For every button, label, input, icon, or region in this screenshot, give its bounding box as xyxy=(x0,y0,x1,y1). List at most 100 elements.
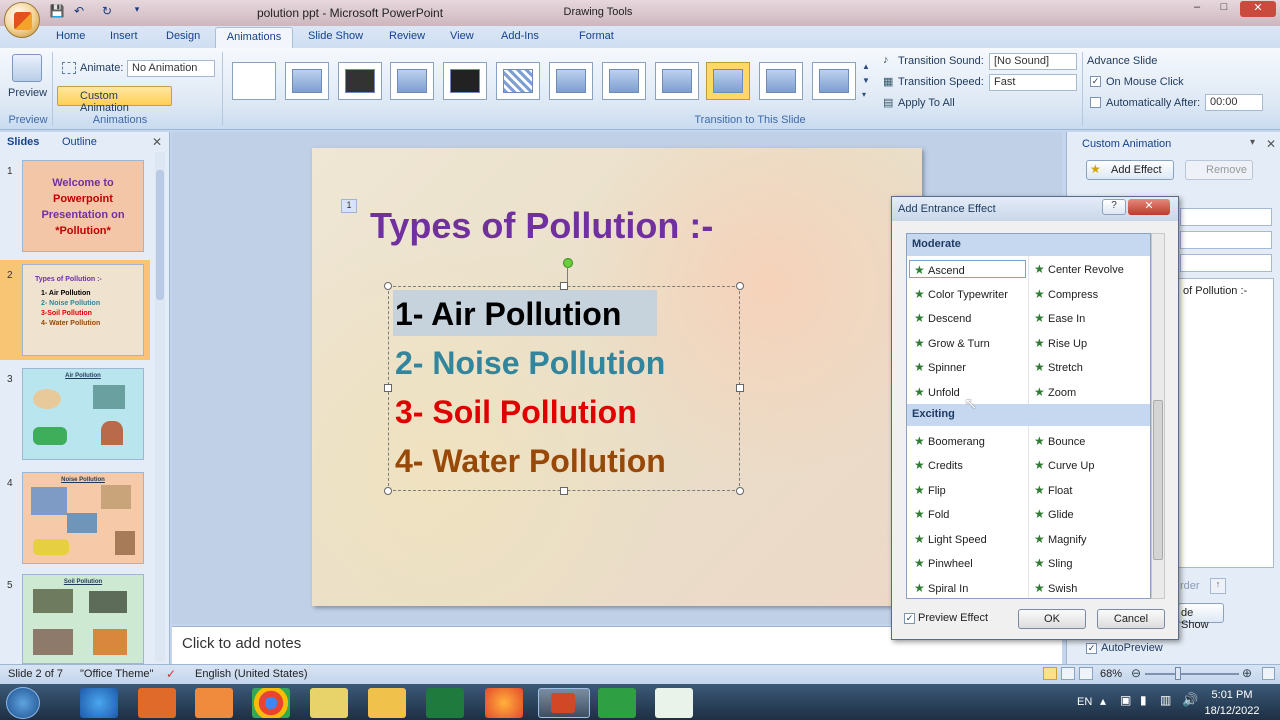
tab-insert[interactable]: Insert xyxy=(110,30,138,42)
animation-list-item[interactable]: of Pollution :- xyxy=(1183,285,1247,297)
language-indicator[interactable]: EN xyxy=(1077,696,1092,708)
transition-cut-through-black[interactable] xyxy=(443,62,487,100)
help-button[interactable]: ? xyxy=(1102,199,1126,215)
firefox-icon[interactable] xyxy=(485,688,523,718)
slide-show-view-icon[interactable] xyxy=(1079,667,1093,680)
maximize-button[interactable]: □ xyxy=(1210,1,1238,17)
animation-list[interactable] xyxy=(1178,278,1274,568)
pane-options-icon[interactable]: ▾ xyxy=(1250,137,1255,148)
excel-icon[interactable] xyxy=(426,688,464,718)
preview-effect-checkbox[interactable]: ✓ xyxy=(904,613,915,624)
effect-spinner[interactable]: ★ Spinner xyxy=(914,360,966,374)
transition-wheel[interactable] xyxy=(759,62,803,100)
normal-view-icon[interactable] xyxy=(1043,667,1057,680)
resize-handle[interactable] xyxy=(736,487,744,495)
auto-after-checkbox[interactable] xyxy=(1090,97,1101,108)
effects-scrollbar[interactable] xyxy=(1151,233,1165,599)
modify-property-dropdown[interactable] xyxy=(1180,231,1272,249)
effect-zoom[interactable]: ★ Zoom xyxy=(1034,385,1076,399)
effect-color-typewriter[interactable]: ★ Color Typewriter xyxy=(914,287,1008,301)
minimize-button[interactable]: – xyxy=(1183,1,1211,17)
zoom-in-icon[interactable]: ⊕ xyxy=(1242,666,1252,680)
slide-thumbnail-5[interactable]: Soil Pollution xyxy=(22,574,144,664)
tab-home[interactable]: Home xyxy=(56,30,85,42)
effect-curve-up[interactable]: ★ Curve Up xyxy=(1034,458,1094,472)
resize-handle[interactable] xyxy=(384,282,392,290)
auto-after-input[interactable]: 00:00 xyxy=(1205,94,1263,111)
effect-compress[interactable]: ★ Compress xyxy=(1034,287,1098,301)
tab-slide-show[interactable]: Slide Show xyxy=(308,30,363,42)
effect-stretch[interactable]: ★ Stretch xyxy=(1034,360,1083,374)
cancel-button[interactable]: Cancel xyxy=(1097,609,1165,629)
spellcheck-icon[interactable]: ✓ xyxy=(166,667,176,681)
tab-slides[interactable]: Slides xyxy=(7,136,39,148)
transition-fade-smoothly[interactable] xyxy=(285,62,329,100)
tab-animations[interactable]: Animations xyxy=(215,27,293,48)
transition-sound-dropdown[interactable]: [No Sound] xyxy=(989,53,1077,70)
chrome-icon[interactable] xyxy=(252,688,290,718)
rotation-handle[interactable] xyxy=(563,258,573,268)
apply-to-all-button[interactable]: Apply To All xyxy=(898,97,955,109)
transition-push-down[interactable] xyxy=(812,62,856,100)
close-pane-icon[interactable]: ✕ xyxy=(1266,137,1276,151)
effect-glide[interactable]: ★ Glide xyxy=(1034,507,1074,521)
effect-descend[interactable]: ★ Descend xyxy=(914,311,971,325)
camtasia-recorder-icon[interactable] xyxy=(655,688,693,718)
effect-ease-in[interactable]: ★ Ease In xyxy=(1034,311,1085,325)
transition-none[interactable] xyxy=(232,62,276,100)
effect-pinwheel[interactable]: ★ Pinwheel xyxy=(914,556,973,570)
media-player-icon[interactable] xyxy=(195,688,233,718)
effect-unfold[interactable]: ★ Unfold xyxy=(914,385,960,399)
tab-view[interactable]: View xyxy=(450,30,474,42)
effect-swish[interactable]: ★ Swish xyxy=(1034,581,1077,595)
transition-wipe-down[interactable] xyxy=(549,62,593,100)
reorder-up-icon[interactable]: ↑ xyxy=(1210,578,1226,594)
notes-placeholder[interactable]: Click to add notes xyxy=(182,635,301,652)
file-explorer-icon[interactable] xyxy=(368,688,406,718)
slide-thumbnail-4[interactable]: Noise Pollution xyxy=(22,472,144,564)
transition-wipe-right[interactable] xyxy=(655,62,699,100)
autopreview-checkbox[interactable]: ✓ xyxy=(1086,643,1097,654)
resize-handle[interactable] xyxy=(384,487,392,495)
bullet-water-pollution[interactable]: 4- Water Pollution xyxy=(395,443,666,480)
clock-date[interactable]: 18/12/2022 xyxy=(1202,705,1262,717)
effect-rise-up[interactable]: ★ Rise Up xyxy=(1034,336,1087,350)
slide-thumbnail-3[interactable]: Air Pollution xyxy=(22,368,144,460)
bullet-noise-pollution[interactable]: 2- Noise Pollution xyxy=(395,345,665,382)
effect-sling[interactable]: ★ Sling xyxy=(1034,556,1072,570)
start-button[interactable] xyxy=(6,687,40,719)
modify-speed-dropdown[interactable] xyxy=(1180,254,1272,272)
clock-time[interactable]: 5:01 PM xyxy=(1202,689,1262,701)
custom-animation-button[interactable]: Custom Animation xyxy=(57,86,172,114)
on-mouse-click-checkbox[interactable]: ✓ xyxy=(1090,76,1101,87)
sticky-notes-icon[interactable] xyxy=(310,688,348,718)
slide-thumbnail-2[interactable]: Types of Pollution :- 1- Air Pollution 2… xyxy=(22,264,144,356)
fit-slide-icon[interactable] xyxy=(1262,667,1275,680)
transition-fade-through-black[interactable] xyxy=(338,62,382,100)
bullet-soil-pollution[interactable]: 3- Soil Pollution xyxy=(395,394,637,431)
tab-outline[interactable]: Outline xyxy=(62,136,97,148)
effect-magnify[interactable]: ★ Magnify xyxy=(1034,532,1087,546)
effect-light-speed[interactable]: ★ Light Speed xyxy=(914,532,987,546)
animation-tag[interactable]: 1 xyxy=(341,199,357,213)
show-hidden-icons[interactable]: ▴ xyxy=(1100,694,1106,708)
animate-dropdown[interactable]: No Animation xyxy=(127,60,215,77)
internet-explorer-icon[interactable] xyxy=(80,688,118,718)
effect-ascend-selected[interactable]: ★ Ascend xyxy=(909,260,1026,278)
close-pane-icon[interactable]: ✕ xyxy=(152,135,162,149)
zoom-slider-thumb[interactable] xyxy=(1175,667,1181,680)
camtasia-icon[interactable] xyxy=(598,688,636,718)
slide-show-button[interactable]: de Show xyxy=(1178,603,1224,631)
tab-format[interactable]: Format xyxy=(579,30,614,42)
signal-icon[interactable]: ▥ xyxy=(1160,693,1171,707)
tab-review[interactable]: Review xyxy=(389,30,425,42)
ok-button[interactable]: OK xyxy=(1018,609,1086,629)
tab-design[interactable]: Design xyxy=(166,30,200,42)
tab-add-ins[interactable]: Add-Ins xyxy=(501,30,539,42)
media-app-icon[interactable] xyxy=(138,688,176,718)
effect-center-revolve[interactable]: ★ Center Revolve xyxy=(1034,262,1124,276)
zoom-slider[interactable] xyxy=(1145,673,1239,675)
modify-start-dropdown[interactable] xyxy=(1180,208,1272,226)
slide-thumbnail-1[interactable]: Welcome to Powerpoint Presentation on *P… xyxy=(22,160,144,252)
slide-sorter-view-icon[interactable] xyxy=(1061,667,1075,680)
